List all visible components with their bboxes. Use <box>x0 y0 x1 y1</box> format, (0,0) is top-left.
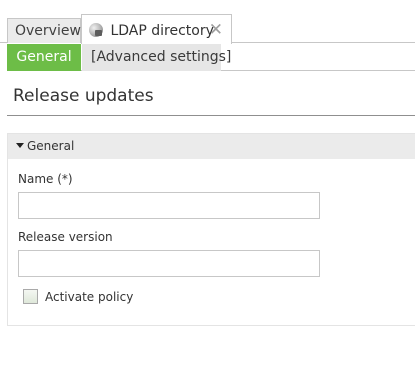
tab-ldap-directory-label: LDAP directory <box>110 23 214 39</box>
general-section: General Name (*) Release version Activat… <box>7 133 415 326</box>
activate-policy-checkbox[interactable] <box>23 289 38 304</box>
main-tab-bar: Overview LDAP directory ✕ <box>0 14 415 44</box>
ldap-release-updates-page: Overview LDAP directory ✕ General [Advan… <box>0 0 415 374</box>
title-divider <box>7 115 415 116</box>
activate-policy-label[interactable]: Activate policy <box>45 290 133 304</box>
tab-ldap-directory[interactable]: LDAP directory ✕ <box>81 14 232 44</box>
name-field[interactable] <box>18 192 320 219</box>
section-title: General <box>27 139 75 153</box>
subtab-advanced-settings[interactable]: [Advanced settings] <box>82 44 231 71</box>
tab-overview-label: Overview <box>15 23 81 39</box>
close-icon[interactable]: ✕ <box>209 15 223 45</box>
release-version-label: Release version <box>18 230 113 244</box>
release-version-field[interactable] <box>18 250 320 277</box>
page-title: Release updates <box>13 86 154 106</box>
name-label: Name (*) <box>18 172 73 186</box>
section-header-general[interactable]: General <box>8 134 415 159</box>
sub-tab-bar: General [Advanced settings] <box>7 44 415 71</box>
subtab-general[interactable]: General <box>7 44 81 71</box>
ldap-directory-icon <box>89 23 103 37</box>
tab-overview[interactable]: Overview <box>7 18 81 43</box>
caret-down-icon <box>16 143 24 148</box>
